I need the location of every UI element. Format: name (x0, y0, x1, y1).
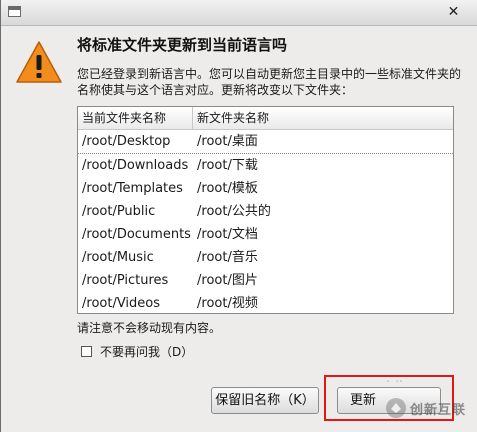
new-folder-cell: /root/图片 (197, 273, 258, 288)
dont-ask-again-label[interactable]: 不要再问我（D） (100, 343, 193, 360)
current-folder-cell: /root/Public (82, 204, 156, 219)
close-icon[interactable]: ✕ (445, 4, 462, 21)
current-folder-cell: /root/Downloads (82, 158, 189, 173)
title-bar[interactable]: ✕ (1, 0, 477, 26)
table-header: 当前文件夹名称 新文件夹名称 (78, 107, 453, 130)
dont-ask-again-option[interactable]: 不要再问我（D） (81, 343, 193, 360)
current-folder-cell: /root/Documents (82, 227, 191, 242)
current-folder-cell: /root/Music (82, 250, 154, 265)
column-header-new[interactable]: 新文件夹名称 (193, 107, 453, 129)
new-folder-cell: /root/下载 (197, 158, 258, 173)
table-row[interactable]: /root/Templates /root/模板 (78, 177, 453, 200)
column-header-current[interactable]: 当前文件夹名称 (78, 107, 193, 129)
watermark-text: 创新互联 (410, 403, 467, 418)
dialog-window: ✕ 将标准文件夹更新到当前语言吗 您已经登录到新语言中。您可以自动更新您主目录中… (0, 0, 477, 432)
keep-old-names-button[interactable]: 保留旧名称（K） (211, 387, 319, 414)
current-folder-cell: /root/Pictures (82, 273, 169, 288)
new-folder-cell: /root/音乐 (197, 250, 258, 265)
dialog-heading: 将标准文件夹更新到当前语言吗 (77, 36, 288, 54)
dialog-description: 您已经登录到新语言中。您可以自动更新您主目录中的一些标准文件夹的名称使其与这个语… (77, 67, 462, 97)
new-folder-cell: /root/模板 (197, 181, 258, 196)
new-folder-cell: /root/公共的 (197, 204, 271, 219)
table-row[interactable]: /root/Desktop /root/桌面 (78, 130, 453, 154)
new-folder-cell: /root/视频 (197, 296, 258, 311)
note-text: 请注意不会移动现有内容。 (77, 321, 222, 335)
table-row[interactable]: /root/Pictures /root/图片 (78, 269, 453, 292)
folder-table[interactable]: 当前文件夹名称 新文件夹名称 /root/Desktop /root/桌面 /r… (77, 106, 454, 314)
table-row[interactable]: /root/Documents /root/文档 (78, 223, 453, 246)
table-row[interactable]: /root/Public /root/公共的 (78, 200, 453, 223)
current-folder-cell: /root/Desktop (82, 134, 171, 149)
table-row[interactable]: /root/Videos /root/视频 (78, 292, 453, 313)
window-icon (8, 6, 21, 17)
table-row[interactable]: /root/Music /root/音乐 (78, 246, 453, 269)
new-folder-cell: /root/文档 (197, 227, 258, 242)
dont-ask-again-checkbox[interactable] (81, 346, 92, 357)
new-folder-cell: /root/桌面 (197, 134, 258, 149)
watermark-logo (386, 398, 406, 418)
current-folder-cell: /root/Templates (82, 181, 183, 196)
warning-icon (16, 41, 62, 83)
table-row[interactable]: /root/Downloads /root/下载 (78, 154, 453, 177)
current-folder-cell: /root/Videos (82, 296, 161, 311)
